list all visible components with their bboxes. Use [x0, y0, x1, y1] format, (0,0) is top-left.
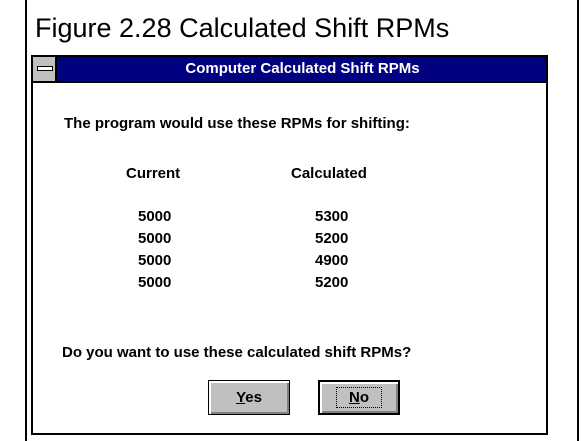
column-header-calculated: Calculated — [291, 165, 367, 182]
calculated-rpm: 5300 — [315, 208, 349, 225]
calculated-rpm: 5200 — [315, 274, 349, 291]
yes-button[interactable]: Yes — [208, 380, 290, 415]
current-rpm: 5000 — [138, 274, 172, 291]
calculated-rpm: 4900 — [315, 252, 349, 269]
no-label-rest: o — [359, 389, 369, 406]
table-row: 5000 4900 — [33, 252, 546, 274]
prompt-bottom: Do you want to use these calculated shif… — [62, 344, 412, 361]
column-header-current: Current — [126, 165, 181, 182]
current-rpm: 5000 — [138, 208, 172, 225]
yes-mnemonic: Y — [236, 389, 246, 406]
current-rpm: 5000 — [138, 252, 172, 269]
no-button[interactable]: No — [318, 380, 400, 415]
dialog-title: Computer Calculated Shift RPMs — [185, 60, 420, 77]
table-row: 5000 5200 — [33, 230, 546, 252]
shift-rpm-dialog: Computer Calculated Shift RPMs The progr… — [31, 55, 548, 435]
prompt-top: The program would use these RPMs for shi… — [64, 115, 410, 132]
no-mnemonic: N — [348, 389, 360, 406]
system-menu-icon[interactable] — [33, 57, 57, 81]
yes-label-rest: es — [245, 389, 262, 406]
calculated-rpm: 5200 — [315, 230, 349, 247]
table-row: 5000 5200 — [33, 274, 546, 296]
figure-caption: Figure 2.28 Calculated Shift RPMs — [35, 13, 450, 43]
dialog-titlebar: Computer Calculated Shift RPMs — [33, 57, 546, 83]
current-rpm: 5000 — [138, 230, 172, 247]
table-row: 5000 5300 — [33, 208, 546, 230]
